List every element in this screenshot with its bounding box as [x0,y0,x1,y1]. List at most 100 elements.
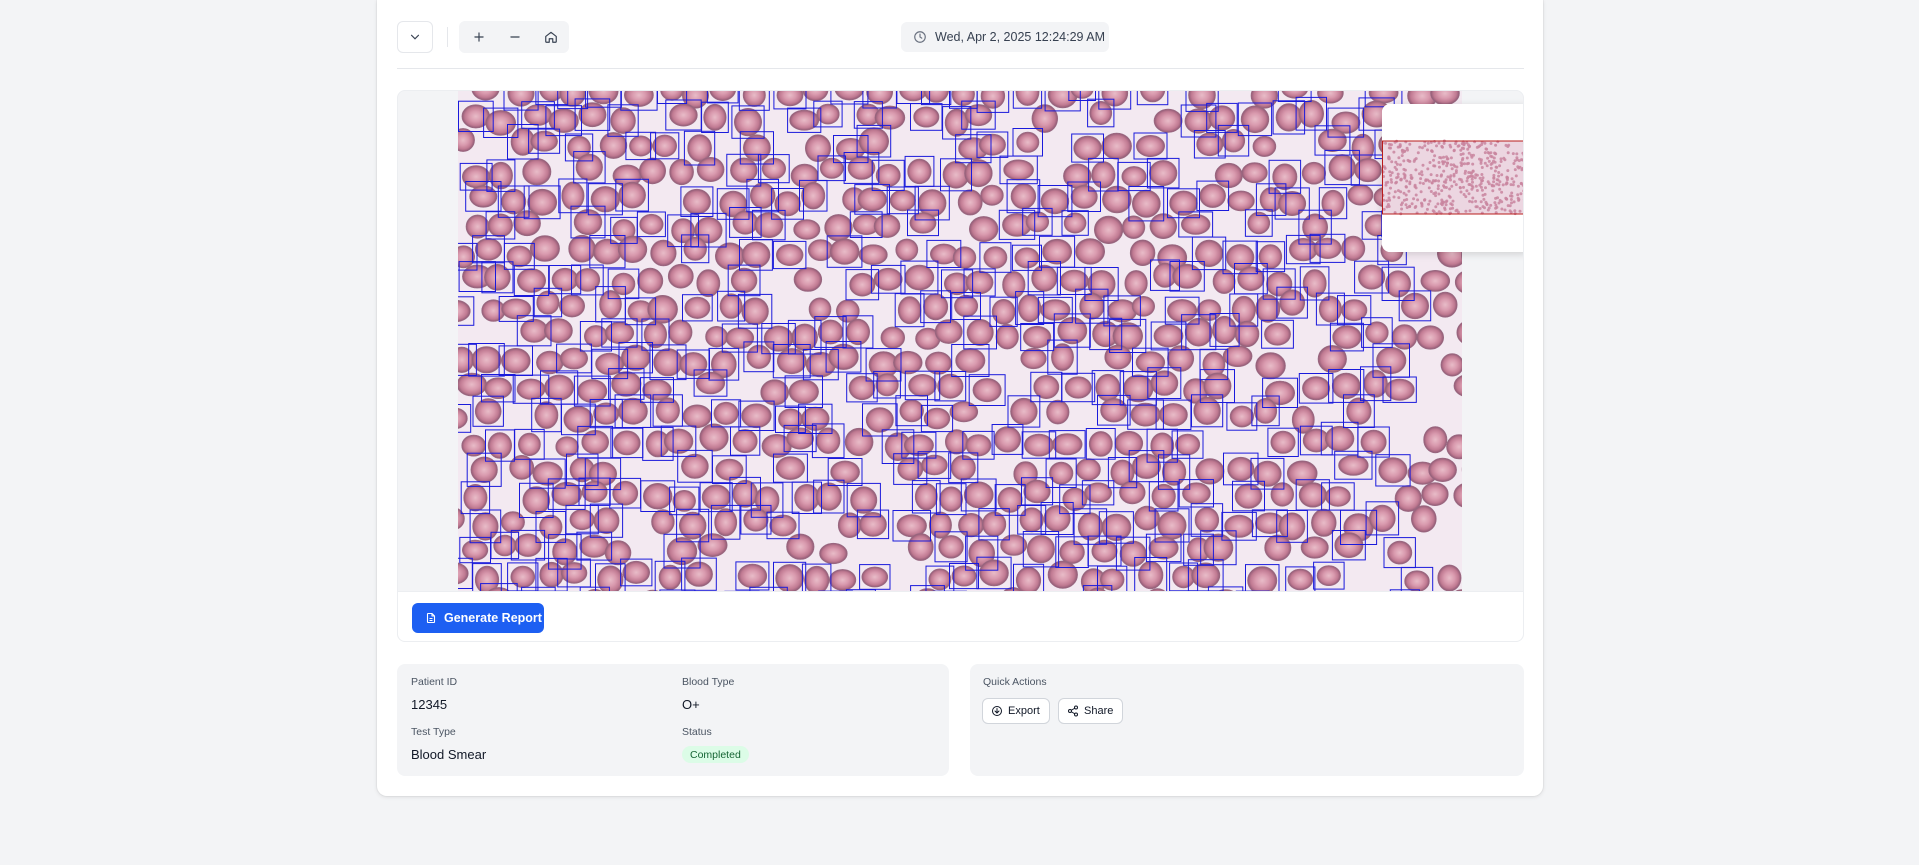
minimap-cell [1462,185,1465,189]
minimap-cell [1426,141,1430,145]
red-blood-cell [1175,433,1201,456]
minimap-cell [1445,157,1449,161]
reset-view-button[interactable] [533,21,569,53]
minimap-cell [1510,177,1514,181]
red-blood-cell [955,348,986,373]
red-blood-cell [651,509,675,535]
red-blood-cell [487,432,513,459]
share-button[interactable]: Share [1058,698,1124,724]
minimap-cell [1402,191,1406,195]
quick-actions-title: Quick Actions [983,676,1047,688]
red-blood-cell [732,210,759,235]
minimap-cell [1437,161,1441,164]
minimap-cell [1389,186,1392,190]
red-blood-cell [668,319,693,346]
red-blood-cell [506,245,533,268]
zoom-in-button[interactable] [461,21,497,53]
minimap-cell [1460,146,1464,150]
red-blood-cell [1194,507,1220,533]
red-blood-cell [682,188,711,215]
red-blood-cell [520,318,548,343]
minimap-cell [1509,198,1513,201]
minimap-cell [1497,201,1501,205]
red-blood-cell [1253,397,1278,424]
plus-icon [472,30,486,44]
red-blood-cell [1022,325,1052,349]
red-blood-cell [472,512,499,541]
minimap-cell [1501,183,1505,187]
minimap-cell [1444,178,1448,182]
minimap-cell [1479,200,1483,204]
minimap-cell [1506,204,1510,208]
generate-report-button[interactable]: Generate Report [412,603,544,633]
red-blood-cell [732,479,758,508]
minimap-cell [1434,191,1438,195]
red-blood-cell [824,214,853,242]
red-blood-cell [966,319,994,347]
minimap-cell [1511,152,1515,156]
red-blood-cell [861,566,889,588]
minimap-cell [1464,169,1467,173]
red-blood-cell [1255,352,1286,380]
red-blood-cell [819,542,848,565]
red-blood-cell [681,453,709,479]
minimap-cell [1497,171,1501,174]
minimap-cell [1402,167,1406,171]
export-button[interactable]: Export [982,698,1050,724]
red-blood-cell [1043,505,1071,532]
minimap-cell [1482,197,1486,201]
red-blood-cell [595,352,625,376]
minimap-cell [1511,183,1515,187]
red-blood-cell [907,158,932,185]
red-blood-cell [463,484,488,512]
red-blood-cell [501,348,531,374]
red-blood-cell [1272,163,1298,191]
red-blood-cell [683,236,707,261]
minimap-cell [1454,142,1458,146]
red-blood-cell [1033,374,1060,399]
red-blood-cell [817,319,844,345]
red-blood-cell [793,219,821,240]
red-blood-cell [1298,482,1327,508]
red-blood-cell [682,404,712,429]
minimap-cell [1494,206,1498,210]
red-blood-cell [889,189,916,212]
minimap-cell [1494,196,1498,200]
image-viewer[interactable] [397,90,1524,592]
red-blood-cell [513,210,541,237]
red-blood-cell [469,185,498,208]
timestamp: Wed, Apr 2, 2025 12:24:29 AM [901,22,1109,52]
generate-report-label: Generate Report [444,611,542,625]
minimap-cell [1492,176,1496,180]
red-blood-cell [903,434,934,457]
zoom-out-button[interactable] [497,21,533,53]
red-blood-cell [1234,483,1263,509]
red-blood-cell [714,508,738,537]
red-blood-cell [893,350,923,375]
minimap[interactable] [1382,104,1523,252]
red-blood-cell [530,130,558,152]
minimap-cell [1487,159,1491,163]
minimap-cell [1437,179,1441,183]
red-blood-cell [1224,514,1254,538]
red-blood-cell [944,108,969,137]
analysis-card: Wed, Apr 2, 2025 12:24:29 AM Generate Re… [377,0,1543,796]
minimap-cell [1483,161,1487,165]
minimap-cell [1486,180,1490,184]
minimap-cell [1444,180,1448,184]
red-blood-cell [629,135,653,157]
red-blood-cell [597,565,624,591]
minimap-cell [1481,205,1485,209]
minimap-cell [1442,169,1446,173]
minimap-cell [1454,183,1458,187]
minimap-cell [1387,196,1391,200]
red-blood-cell [1313,237,1342,259]
red-blood-cell [1040,188,1070,215]
collapse-button[interactable] [397,21,433,53]
red-blood-cell [695,371,726,395]
minimap-cell [1465,189,1469,193]
minimap-cell [1404,185,1408,189]
blood-smear-image[interactable] [458,91,1462,592]
red-blood-cell [1318,128,1347,153]
red-blood-cell [713,401,739,425]
